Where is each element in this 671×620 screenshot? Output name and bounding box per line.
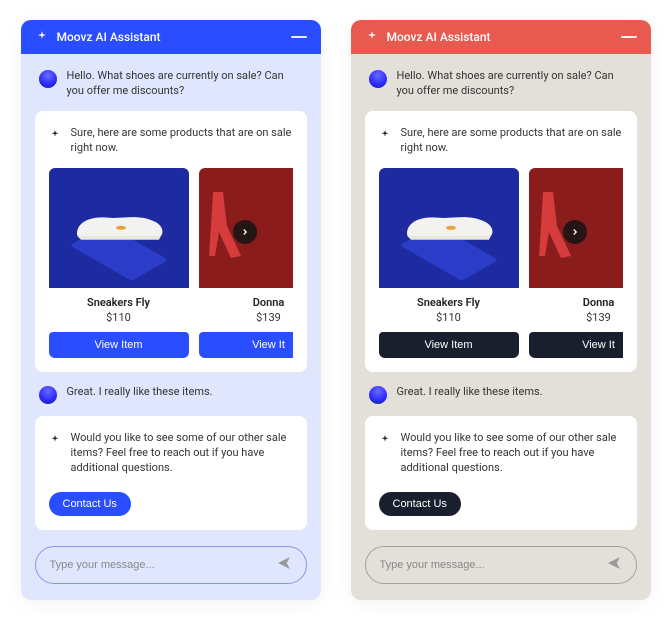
product-card[interactable]: Sneakers Fly $110 View Item — [379, 168, 519, 358]
view-item-button[interactable]: View It — [529, 332, 623, 358]
sparkle-icon — [49, 126, 61, 145]
carousel-next-button[interactable] — [233, 220, 257, 244]
message-input[interactable] — [380, 559, 606, 571]
product-price: $110 — [379, 311, 519, 324]
product-price: $139 — [529, 311, 623, 324]
message-input[interactable] — [50, 559, 276, 571]
user-text: Hello. What shoes are currently on sale?… — [397, 68, 633, 99]
chat-panel-red: Moovz AI Assistant Hello. What shoes are… — [351, 20, 651, 600]
user-avatar — [369, 70, 387, 88]
sparkle-icon — [35, 30, 49, 44]
sparkle-icon — [379, 126, 391, 145]
user-avatar — [39, 70, 57, 88]
sparkle-icon — [49, 431, 61, 450]
product-name: Sneakers Fly — [379, 296, 519, 309]
contact-us-button[interactable]: Contact Us — [379, 492, 461, 516]
contact-us-button[interactable]: Contact Us — [49, 492, 131, 516]
product-image — [49, 168, 189, 288]
sparkle-icon — [379, 431, 391, 450]
product-card[interactable]: Donna $139 View It — [199, 168, 293, 358]
ai-message-card: Sure, here are some products that are on… — [35, 111, 307, 372]
send-icon[interactable] — [606, 555, 622, 575]
view-item-button[interactable]: View It — [199, 332, 293, 358]
panel-header: Moovz AI Assistant — [351, 20, 651, 54]
ai-message-card: Would you like to see some of our other … — [365, 416, 637, 530]
user-text: Great. I really like these items. — [67, 384, 213, 399]
ai-text: Sure, here are some products that are on… — [71, 125, 293, 156]
view-item-button[interactable]: View Item — [49, 332, 189, 358]
user-text: Hello. What shoes are currently on sale?… — [67, 68, 303, 99]
product-name: Donna — [529, 296, 623, 309]
user-message: Hello. What shoes are currently on sale?… — [365, 68, 637, 99]
ai-text: Would you like to see some of our other … — [401, 430, 623, 476]
ai-text: Sure, here are some products that are on… — [401, 125, 623, 156]
product-price: $110 — [49, 311, 189, 324]
user-message: Great. I really like these items. — [365, 384, 637, 404]
product-name: Donna — [199, 296, 293, 309]
user-avatar — [369, 386, 387, 404]
app-title: Moovz AI Assistant — [57, 30, 161, 44]
product-card[interactable]: Donna $139 View It — [529, 168, 623, 358]
product-card[interactable]: Sneakers Fly $110 View Item — [49, 168, 189, 358]
product-carousel: Sneakers Fly $110 View Item Donn — [49, 168, 293, 358]
ai-message-card: Would you like to see some of our other … — [35, 416, 307, 530]
user-message: Hello. What shoes are currently on sale?… — [35, 68, 307, 99]
user-message: Great. I really like these items. — [35, 384, 307, 404]
carousel-next-button[interactable] — [563, 220, 587, 244]
send-icon[interactable] — [276, 555, 292, 575]
message-input-bar[interactable] — [35, 546, 307, 584]
product-image — [379, 168, 519, 288]
message-input-bar[interactable] — [365, 546, 637, 584]
user-text: Great. I really like these items. — [397, 384, 543, 399]
ai-text: Would you like to see some of our other … — [71, 430, 293, 476]
chat-panel-blue: Moovz AI Assistant Hello. What shoes are… — [21, 20, 321, 600]
product-price: $139 — [199, 311, 293, 324]
product-name: Sneakers Fly — [49, 296, 189, 309]
view-item-button[interactable]: View Item — [379, 332, 519, 358]
panel-header: Moovz AI Assistant — [21, 20, 321, 54]
app-title: Moovz AI Assistant — [387, 30, 491, 44]
sparkle-icon — [365, 30, 379, 44]
user-avatar — [39, 386, 57, 404]
minimize-button[interactable] — [291, 36, 307, 38]
ai-message-card: Sure, here are some products that are on… — [365, 111, 637, 372]
minimize-button[interactable] — [621, 36, 637, 38]
product-carousel: Sneakers Fly $110 View Item Donn — [379, 168, 623, 358]
